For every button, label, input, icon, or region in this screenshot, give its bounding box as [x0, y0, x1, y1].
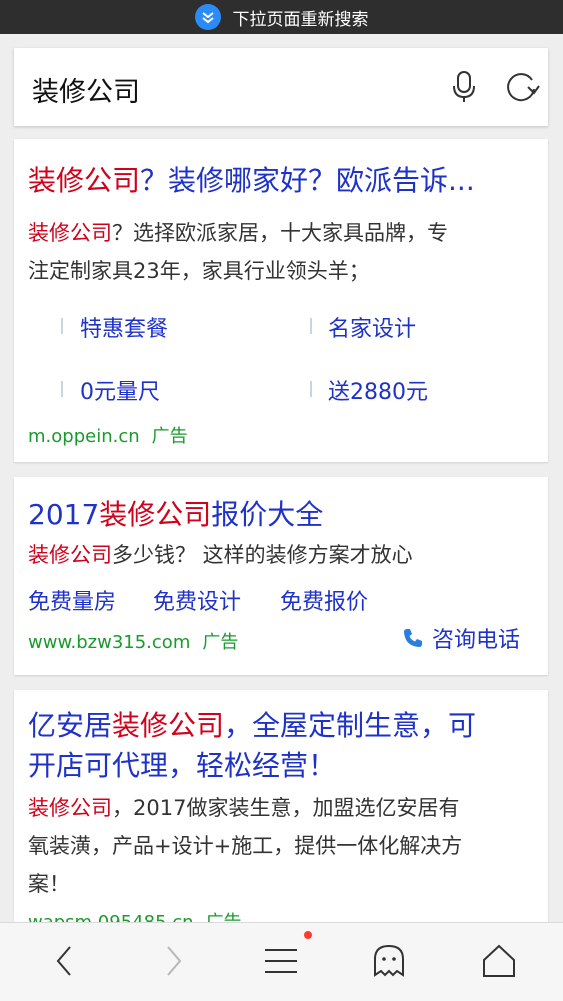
banner-text: 下拉页面重新搜索 — [232, 9, 369, 30]
sitelink-special-package[interactable]: 特惠套餐 — [80, 311, 168, 343]
search-query[interactable]: 装修公司 — [32, 70, 140, 109]
keyword-highlight: 装修公司 — [112, 709, 225, 742]
menu-icon[interactable] — [261, 941, 301, 981]
divider — [310, 381, 312, 397]
result-title[interactable]: 2017装修公司报价大全 — [28, 493, 323, 533]
call-label: 咨询电话 — [432, 628, 521, 653]
desc-text: ？选择欧派家居，十大家具品牌，专 — [112, 221, 448, 245]
keyword-highlight: 装修公司 — [99, 498, 212, 531]
quicklink-free-measure[interactable]: 免费量房 — [28, 584, 116, 616]
result-description: 装修公司多少钱？ 这样的装修方案才放心 — [28, 536, 413, 574]
ad-result-bzw315[interactable]: 2017装修公司报价大全 装修公司多少钱？ 这样的装修方案才放心 免费量房 免费… — [14, 477, 548, 675]
desc-text: 注定制家具23年，家具行业领头羊； — [28, 259, 370, 283]
sitelink-free-measure[interactable]: 0元量尺 — [80, 374, 160, 406]
title-text: 报价大全 — [211, 498, 324, 531]
result-description: 装修公司？选择欧派家居，十大家具品牌，专注定制家具23年，家具行业领头羊； — [28, 214, 448, 290]
desc-text: ，2017做家装生意，加盟选亿安居有 — [112, 796, 460, 820]
divider — [61, 381, 63, 397]
bottom-navigation — [0, 922, 563, 1001]
desc-text: 案！ — [28, 872, 70, 896]
search-box[interactable]: 装修公司 — [14, 48, 548, 126]
result-title[interactable]: 亿安居装修公司，全屋定制生意，可开店可代理，轻松经营！ — [28, 706, 476, 786]
microphone-icon[interactable] — [450, 70, 478, 108]
result-title[interactable]: 装修公司？装修哪家好？欧派告诉... — [28, 159, 475, 199]
home-icon[interactable] — [479, 941, 519, 981]
url-text: www.bzw315.com — [28, 632, 191, 653]
quicklink-free-quote[interactable]: 免费报价 — [280, 584, 368, 616]
title-text: ？装修哪家好？欧派告诉... — [140, 164, 475, 197]
refresh-icon[interactable] — [504, 70, 540, 108]
result-url: www.bzw315.com 广告 — [28, 628, 238, 654]
phone-icon — [404, 629, 422, 647]
ad-result-oppein[interactable]: 装修公司？装修哪家好？欧派告诉... 装修公司？选择欧派家居，十大家具品牌，专注… — [14, 139, 548, 462]
sitelink-gift[interactable]: 送2880元 — [328, 374, 428, 406]
desc-text: 氧装潢，产品+设计+施工，提供一体化解决方 — [28, 834, 463, 858]
pull-to-refresh-banner: 下拉页面重新搜索 — [0, 0, 563, 34]
ad-label: 广告 — [151, 426, 188, 447]
ghost-icon[interactable] — [369, 941, 409, 981]
title-text: 2017 — [28, 498, 100, 531]
result-description: 装修公司，2017做家装生意，加盟选亿安居有氧装潢，产品+设计+施工，提供一体化… — [28, 789, 462, 903]
forward-icon[interactable] — [154, 941, 194, 981]
back-icon[interactable] — [44, 941, 84, 981]
title-text: ，全屋定制生意，可 — [224, 709, 477, 742]
divider — [61, 318, 63, 334]
keyword-highlight: 装修公司 — [28, 796, 112, 820]
url-text: m.oppein.cn — [28, 426, 140, 447]
quicklink-free-design[interactable]: 免费设计 — [153, 584, 241, 616]
ad-label: 广告 — [202, 632, 239, 653]
keyword-highlight: 装修公司 — [28, 164, 141, 197]
title-text: 开店可代理，轻松经营！ — [28, 749, 337, 782]
sitelink-famous-design[interactable]: 名家设计 — [328, 311, 416, 343]
desc-text: 多少钱？ 这样的装修方案才放心 — [112, 543, 413, 567]
chevron-down-circle-icon — [194, 4, 221, 30]
divider — [310, 318, 312, 334]
title-text: 亿安居 — [28, 709, 113, 742]
ad-result-yianju[interactable]: 亿安居装修公司，全屋定制生意，可 开店可代理，轻松经营！ 装修公司，2017做家装… — [14, 690, 548, 930]
notification-dot — [304, 931, 312, 939]
call-button[interactable]: 咨询电话 — [402, 622, 520, 654]
keyword-highlight: 装修公司 — [28, 543, 112, 567]
keyword-highlight: 装修公司 — [28, 221, 112, 245]
result-url: m.oppein.cn 广告 — [28, 422, 188, 448]
